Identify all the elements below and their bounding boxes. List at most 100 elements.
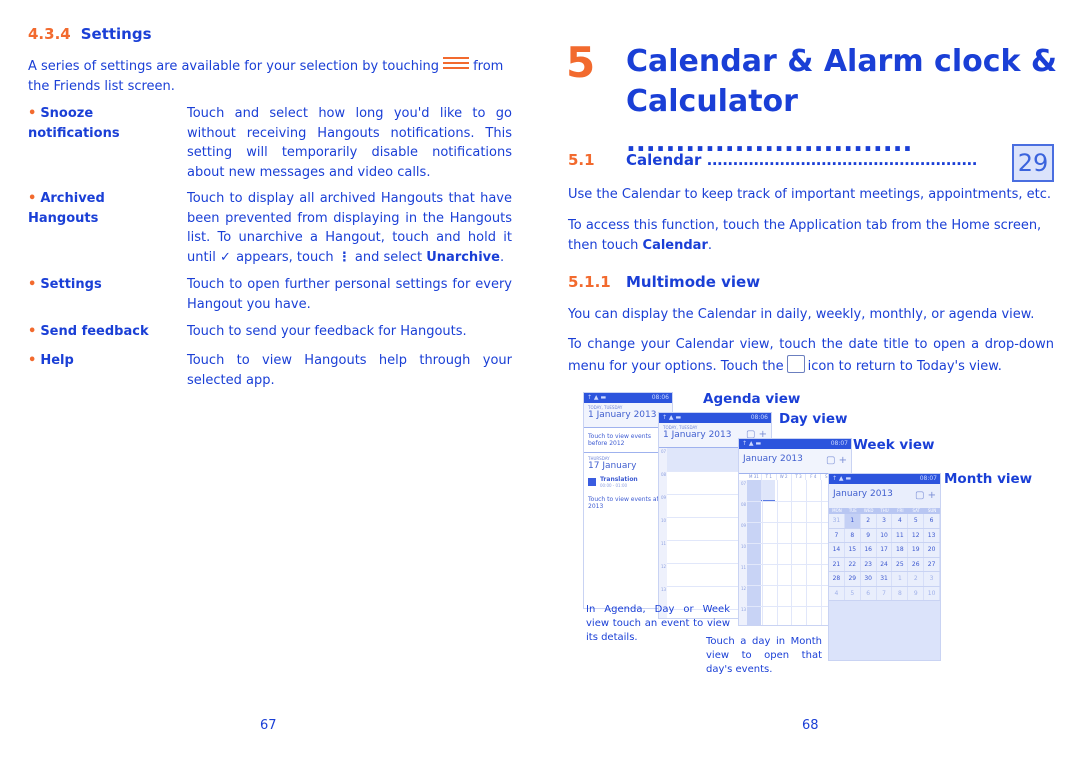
month-day-cell[interactable]: 24 bbox=[877, 557, 893, 571]
day-column-line bbox=[776, 480, 778, 625]
month-day-cell[interactable]: 4 bbox=[829, 586, 845, 600]
month-day-cell[interactable]: 15 bbox=[845, 543, 861, 557]
item-desc: Touch to send your feedback for Hangouts… bbox=[187, 324, 467, 339]
month-day-cell[interactable]: 6 bbox=[924, 514, 940, 528]
section-number: 4.3.4 bbox=[28, 25, 71, 43]
app-header: January 2013 ▢ + bbox=[739, 449, 851, 474]
status-bar: ↑ ▲ ▬ 08:06 bbox=[659, 413, 771, 423]
item-term: • Settings bbox=[28, 277, 102, 292]
day-view-label: Day view bbox=[779, 411, 848, 427]
month-day-cell[interactable]: 3 bbox=[924, 572, 940, 586]
hour-label: 12 bbox=[661, 564, 667, 569]
month-day-cell[interactable]: 7 bbox=[877, 586, 893, 600]
app-header: January 2013 ▢ + bbox=[829, 484, 940, 509]
month-day-cell[interactable]: 18 bbox=[892, 543, 909, 557]
month-day-cell[interactable]: 30 bbox=[861, 572, 877, 586]
month-day-cell[interactable]: 31 bbox=[829, 514, 845, 528]
month-day-cell[interactable]: 5 bbox=[845, 586, 861, 600]
month-day-cell[interactable]: 5 bbox=[908, 514, 925, 528]
month-day-cell[interactable]: 3 bbox=[877, 514, 893, 528]
paragraph-calendar-use: Use the Calendar to keep track of import… bbox=[568, 187, 1052, 202]
month-day-cell[interactable]: 29 bbox=[845, 572, 861, 586]
item-term: • Help bbox=[28, 353, 74, 368]
section-title: Settings bbox=[80, 25, 152, 43]
month-day-cell[interactable]: 10 bbox=[924, 586, 940, 600]
intro-paragraph: A series of settings are available for y… bbox=[28, 57, 512, 96]
settings-item-snooze: • Snooze notifications Touch and select h… bbox=[28, 104, 512, 184]
month-day-cell[interactable]: 23 bbox=[861, 557, 877, 571]
paragraph-views: You can display the Calendar in daily, w… bbox=[568, 307, 1035, 322]
week-day-label: T 3 bbox=[792, 474, 807, 480]
month-day-cell[interactable]: 11 bbox=[892, 528, 909, 542]
status-bar: ↑ ▲ ▬ 08:07 bbox=[739, 439, 851, 449]
month-day-cell[interactable]: 19 bbox=[908, 543, 925, 557]
month-day-cell[interactable]: 13 bbox=[924, 528, 940, 542]
month-day-cell[interactable]: 8 bbox=[892, 586, 909, 600]
hour-label: 09 bbox=[741, 523, 747, 528]
month-day-cell[interactable]: 1 bbox=[892, 572, 909, 586]
hour-label: 11 bbox=[741, 565, 747, 570]
month-day-cell[interactable]: 9 bbox=[861, 528, 877, 542]
month-view-screenshot: ↑ ▲ ▬ 08:07 January 2013 ▢ + MON TUE WED THU… bbox=[828, 473, 941, 661]
month-day-cell[interactable]: 14 bbox=[829, 543, 845, 557]
month-day-cell[interactable]: 31 bbox=[877, 572, 893, 586]
item-desc: Touch to open further personal settings … bbox=[187, 277, 512, 312]
item-desc: Touch to view Hangouts help through your… bbox=[187, 353, 512, 388]
day-column-line bbox=[821, 480, 822, 625]
month-week-row: 28 29 30 31 1 2 3 bbox=[829, 572, 940, 587]
settings-item-feedback: • Send feedback Touch to send your feedba… bbox=[28, 322, 512, 342]
month-day-cell[interactable]: 2 bbox=[861, 514, 877, 528]
month-day-cell[interactable]: 6 bbox=[861, 586, 877, 600]
status-bar: ↑ ▲ ▬ 08:07 bbox=[829, 474, 940, 484]
caption-month: Touch a day in Month view to open that d… bbox=[706, 636, 822, 675]
month-week-row: 31 1 2 3 4 5 6 bbox=[829, 514, 940, 529]
month-day-cell[interactable]: 28 bbox=[829, 572, 845, 586]
month-day-cell[interactable]: 17 bbox=[877, 543, 893, 557]
hour-label: 12 bbox=[741, 586, 747, 591]
chapter-number: 5 bbox=[566, 38, 596, 87]
week-day-label: W 2 bbox=[777, 474, 792, 480]
hour-label: 11 bbox=[661, 541, 667, 546]
month-day-cell[interactable]: 1 bbox=[844, 514, 861, 528]
month-day-cell[interactable]: 10 bbox=[877, 528, 893, 542]
event-color-icon bbox=[588, 478, 596, 486]
hour-label: 13 bbox=[661, 587, 667, 592]
agenda-view-label: Agenda view bbox=[703, 391, 801, 407]
checkmark-icon: ✓ bbox=[219, 249, 231, 265]
item-desc: Touch and select how long you'd like to … bbox=[187, 106, 512, 180]
month-day-cell[interactable]: 12 bbox=[908, 528, 925, 542]
month-week-row: 14 15 16 17 18 19 20 bbox=[829, 543, 940, 558]
month-week-row: 4 5 6 7 8 9 10 bbox=[829, 586, 940, 601]
day-column-line bbox=[806, 480, 808, 625]
today-icon bbox=[786, 354, 805, 373]
settings-item-settings: • Settings Touch to open further personal… bbox=[28, 275, 512, 315]
month-day-cell[interactable]: 25 bbox=[892, 557, 909, 571]
paragraph-change-view: To change your Calendar view, touch the … bbox=[568, 337, 1054, 374]
month-day-cell[interactable]: 16 bbox=[861, 543, 877, 557]
hour-label: 08 bbox=[661, 472, 667, 477]
month-day-cell[interactable]: 8 bbox=[845, 528, 861, 542]
section-heading-calendar: 5.1 Calendar ............................… bbox=[568, 151, 977, 169]
month-view-label: Month view bbox=[944, 471, 1033, 487]
chapter-title: Calendar & Alarm clock & Calculator ....… bbox=[626, 44, 1058, 158]
month-day-cell[interactable]: 9 bbox=[908, 586, 925, 600]
month-day-cell[interactable]: 22 bbox=[845, 557, 861, 571]
month-day-cell[interactable]: 27 bbox=[924, 557, 940, 571]
month-day-cell[interactable]: 2 bbox=[908, 572, 925, 586]
item-term: • Snooze notifications bbox=[28, 106, 120, 141]
intro-text: A series of settings are available for y… bbox=[28, 59, 440, 74]
month-day-cell[interactable]: 7 bbox=[829, 528, 845, 542]
day-column-line bbox=[791, 480, 793, 625]
month-day-cell[interactable]: 20 bbox=[924, 543, 940, 557]
week-day-label: F 4 bbox=[806, 474, 822, 480]
month-day-cell[interactable]: 21 bbox=[829, 557, 845, 571]
month-day-cell[interactable]: 4 bbox=[892, 514, 909, 528]
week-view-label: Week view bbox=[853, 437, 935, 453]
item-desc: Touch to display all archived Hangouts t… bbox=[187, 189, 512, 267]
month-day-cell[interactable]: 26 bbox=[908, 557, 925, 571]
hour-label: 10 bbox=[661, 518, 667, 523]
hour-label: 13 bbox=[741, 607, 747, 612]
section-heading-settings: 4.3.4 Settings bbox=[28, 25, 152, 43]
hour-label: 09 bbox=[661, 495, 667, 500]
page-number-left: 67 bbox=[260, 718, 277, 733]
